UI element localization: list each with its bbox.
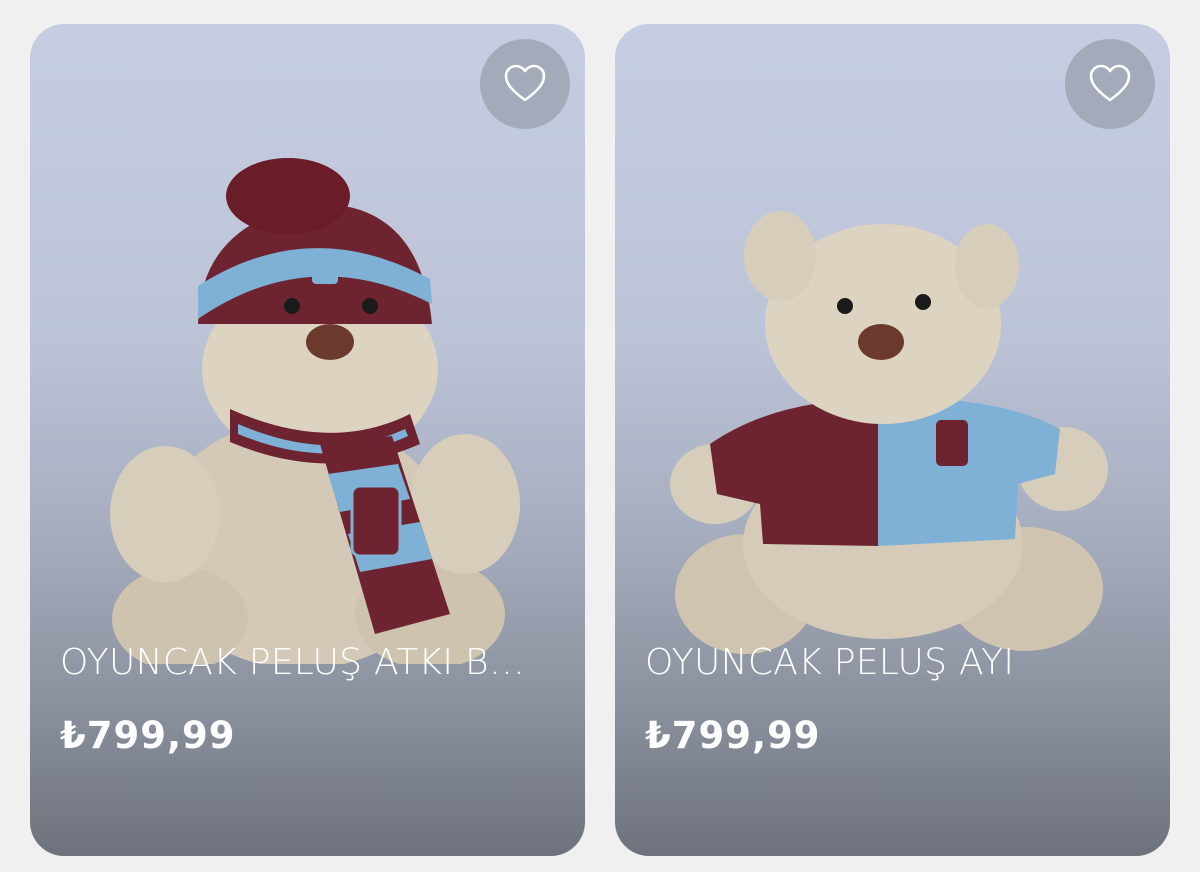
heart-outline-icon bbox=[504, 64, 546, 102]
product-price: ₺799,99 bbox=[645, 714, 821, 757]
product-card[interactable]: OYUNCAK PELUŞ ATKI BE... ₺799,99 bbox=[30, 24, 585, 856]
favorite-button[interactable] bbox=[480, 39, 570, 129]
product-title[interactable]: OYUNCAK PELUŞ ATKI BE... bbox=[60, 642, 540, 683]
product-price: ₺799,99 bbox=[60, 714, 236, 757]
product-card[interactable]: OYUNCAK PELUŞ AYI ₺799,99 bbox=[615, 24, 1170, 856]
heart-outline-icon bbox=[1089, 64, 1131, 102]
product-title[interactable]: OYUNCAK PELUŞ AYI bbox=[645, 642, 1125, 683]
product-grid: OYUNCAK PELUŞ ATKI BE... ₺799,99 OYUNCAK… bbox=[0, 0, 1200, 872]
favorite-button[interactable] bbox=[1065, 39, 1155, 129]
